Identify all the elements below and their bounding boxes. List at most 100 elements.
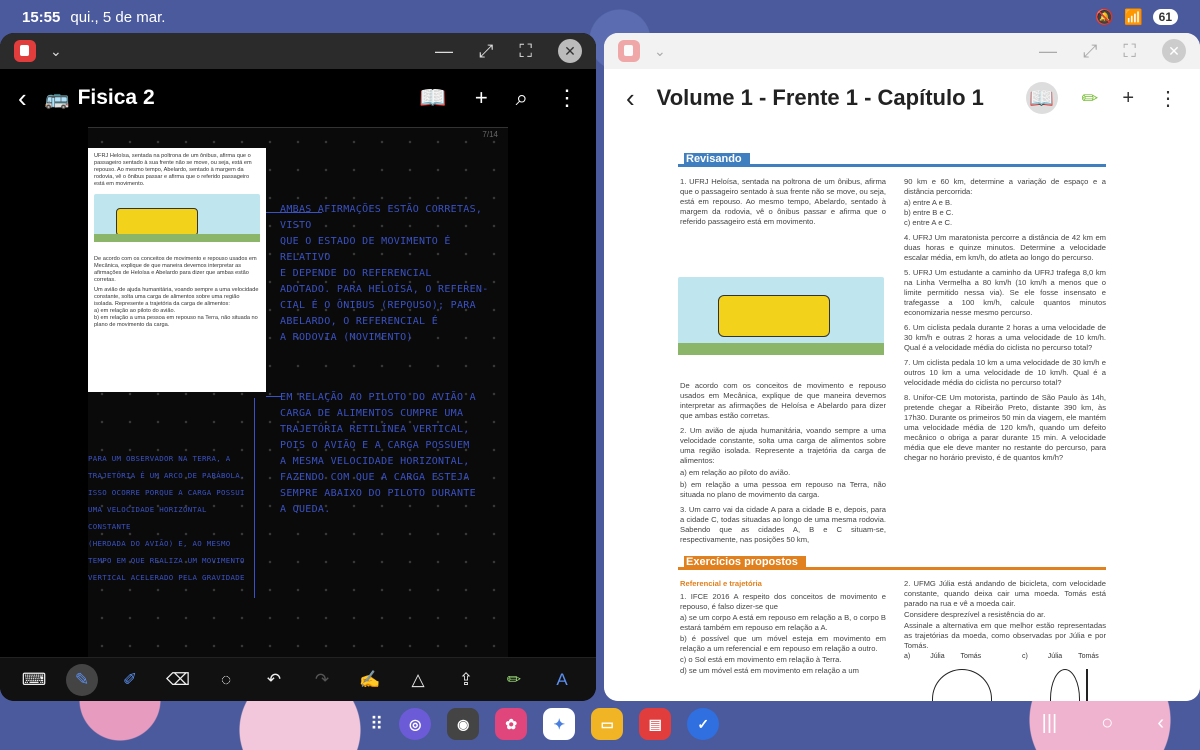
marker-icon[interactable]: ✏ <box>498 664 530 696</box>
question-4: 4. UFRJ Um maratonista percorre a distân… <box>904 233 1106 262</box>
exercise-2-prompt: Assinale a alternativa em que melhor est… <box>904 621 1106 650</box>
question-2-a: a) em relação ao piloto do avião. <box>680 468 791 477</box>
note-title: Fisica 2 <box>77 86 155 109</box>
question-5: 5. UFRJ Um estudante a caminho da UFRJ t… <box>904 268 1106 317</box>
font-style-icon[interactable]: A <box>546 664 578 696</box>
back-icon[interactable]: ‹ <box>626 83 635 114</box>
figure-label-a: a) <box>904 653 911 660</box>
sheet-q1: UFRJ Heloísa, sentada na poltrona de um … <box>94 153 252 187</box>
highlighter-icon[interactable]: ✐ <box>114 664 146 696</box>
option-a: a) entre A e B. <box>904 198 953 207</box>
exercise-1-d: d) se um móvel está em movimento em rela… <box>680 666 859 675</box>
pen-icon[interactable]: ✏ <box>1082 86 1099 111</box>
trajectory-curve <box>932 669 992 701</box>
notes-app-icon[interactable] <box>618 40 640 62</box>
search-icon[interactable]: ⌕ <box>516 85 528 111</box>
question-8: 8. Unifor-CE Um motorista, partindo de S… <box>904 393 1106 462</box>
handwriting-answer-2b: PARA UM OBSERVADOR NA TERRA, A TRAJETÓRIA… <box>88 454 245 582</box>
book-icon[interactable]: 📖 <box>419 85 446 111</box>
exercise-2: 2. UFMG Júlia está andando de bicicleta,… <box>904 579 1106 608</box>
section-divider <box>678 164 1106 167</box>
notes-app-icon[interactable] <box>14 40 36 62</box>
exercise-1-c: c) o Sol está em movimento em relação à … <box>680 655 842 664</box>
question-1-prompt: De acordo com os conceitos de movimento … <box>680 381 886 420</box>
sheet-q2a: a) em relação ao piloto do avião. <box>94 308 176 314</box>
exercises-left: Referencial e trajetória 1. IFCE 2016 A … <box>680 579 886 681</box>
chevron-down-icon[interactable]: ⌄ <box>50 43 62 60</box>
maximize-icon[interactable]: ⤢ <box>1083 41 1097 62</box>
battery-indicator: 61 <box>1152 9 1178 25</box>
add-icon[interactable]: + <box>475 85 488 111</box>
figure-option-a: a) Júlia Tomás <box>904 653 981 660</box>
split-view-icon[interactable]: ⛶ <box>1123 41 1136 62</box>
undo-icon[interactable]: ↶ <box>258 664 290 696</box>
home-icon[interactable]: ○ <box>1101 712 1113 735</box>
question-1: 1. UFRJ Heloísa, sentada na poltrona de … <box>680 177 887 226</box>
recents-icon[interactable]: ||| <box>1042 712 1058 735</box>
document-title: Volume 1 - Frente 1 - Capítulo 1 <box>656 85 984 110</box>
window-titlebar: ⌄ — ⤢ ⛶ ✕ <box>0 33 596 69</box>
bus-illustration <box>678 277 884 355</box>
bus-emoji-icon: 🚌 <box>44 87 70 110</box>
more-icon[interactable]: ⋮ <box>556 85 578 111</box>
figure-label-tomas: Tomás <box>1078 653 1099 660</box>
shape-icon[interactable]: △ <box>402 664 434 696</box>
internet-app-icon[interactable]: ◎ <box>399 708 432 740</box>
camera-app-icon[interactable]: ◉ <box>447 708 480 740</box>
pdf-page[interactable]: Revisando 1. UFRJ Heloísa, sentada na po… <box>604 127 1200 701</box>
question-2-b: b) em relação a uma pessoa em repouso na… <box>680 480 886 499</box>
figure-label-julia: Júlia <box>930 653 945 660</box>
minimize-button[interactable]: — <box>435 41 453 62</box>
text-tool-icon[interactable]: ⇪ <box>450 664 482 696</box>
split-view-icon[interactable]: ⛶ <box>519 41 532 62</box>
chevron-down-icon[interactable]: ⌄ <box>654 43 666 60</box>
apps-grid-icon[interactable]: ⠿ <box>370 714 383 735</box>
figure-label-julia: Júlia <box>1047 653 1063 660</box>
back-icon[interactable]: ‹ <box>18 83 27 114</box>
figure-label-tomas: Tomás <box>960 653 982 660</box>
redo-icon[interactable]: ↷ <box>306 664 338 696</box>
status-bar: 15:55 qui., 5 de mar. 🔕 📶 61 <box>0 0 1200 34</box>
notes-window: ⌄ — ⤢ ⛶ ✕ ‹ 🚌 Fisica 2 📖 + ⌕ ⋮ 7/14 UFRJ… <box>0 33 596 701</box>
close-icon[interactable]: ✕ <box>558 39 582 63</box>
gallery-app-icon[interactable]: ✿ <box>495 708 528 740</box>
tasks-app-icon[interactable]: ✓ <box>687 708 720 740</box>
mute-icon: 🔕 <box>1095 9 1114 26</box>
ai-pen-icon[interactable]: ✍ <box>354 664 386 696</box>
clock: 15:55 <box>22 8 61 26</box>
section-divider <box>678 567 1106 570</box>
files-app-icon[interactable]: ▭ <box>591 708 624 740</box>
column-left-lower: De acordo com os conceitos de movimento … <box>680 381 886 550</box>
figure-label-c: c) <box>1022 653 1028 660</box>
sheet-q2: Um avião de ajuda humanitária, voando se… <box>94 287 259 307</box>
pdf-window: ⌄ — ⤢ ⛶ ✕ ‹ Volume 1 - Frente 1 - Capítu… <box>604 33 1200 701</box>
notes-app-icon[interactable]: ▤ <box>639 708 672 740</box>
lasso-icon[interactable]: ◌ <box>210 664 242 696</box>
question-3-cont: 90 km e 60 km, determine a variação de e… <box>904 177 1106 196</box>
sheet-q1b: De acordo com os conceitos de movimento … <box>94 256 257 283</box>
annotation-line <box>254 398 255 598</box>
book-view-icon[interactable]: 📖 <box>1025 82 1058 114</box>
back-nav-icon[interactable]: ‹ <box>1157 712 1164 735</box>
minimize-button[interactable]: — <box>1039 41 1057 62</box>
bus-illustration <box>94 194 260 242</box>
taskbar-dock: ⠿ ◎ ◉ ✿ ✦ ▭ ▤ ✓ <box>370 708 720 740</box>
keyboard-icon[interactable]: ⌨ <box>18 664 50 696</box>
question-2: 2. Um avião de ajuda humanitária, voando… <box>680 426 886 465</box>
handwriting-answer-1: AMBAS AFIRMAÇÕES ESTÃO CORRETAS, VISTO QU… <box>280 204 489 343</box>
sheet-q2b: b) em relação a uma pessoa em repouso na… <box>94 315 258 328</box>
date: qui., 5 de mar. <box>70 8 166 26</box>
question-3: 3. Um carro vai da cidade A para a cidad… <box>680 505 886 544</box>
close-icon[interactable]: ✕ <box>1162 39 1186 63</box>
more-icon[interactable]: ⋮ <box>1158 86 1178 111</box>
question-7: 7. Um ciclista pedala 10 km a uma veloci… <box>904 358 1106 387</box>
pasted-sheet[interactable]: UFRJ Heloísa, sentada na poltrona de um … <box>88 148 266 392</box>
eraser-icon[interactable]: ⌫ <box>162 664 194 696</box>
pen-icon[interactable]: ✎ <box>66 663 98 696</box>
exercise-1-a: a) se um corpo A está em repouso em rela… <box>680 613 886 632</box>
add-icon[interactable]: + <box>1122 87 1134 110</box>
maximize-icon[interactable]: ⤢ <box>479 41 493 62</box>
note-canvas[interactable]: 7/14 UFRJ Heloísa, sentada na poltrona d… <box>88 127 508 692</box>
gemini-app-icon[interactable]: ✦ <box>543 708 576 740</box>
navigation-bar: ||| ○ ‹ <box>1042 712 1164 735</box>
